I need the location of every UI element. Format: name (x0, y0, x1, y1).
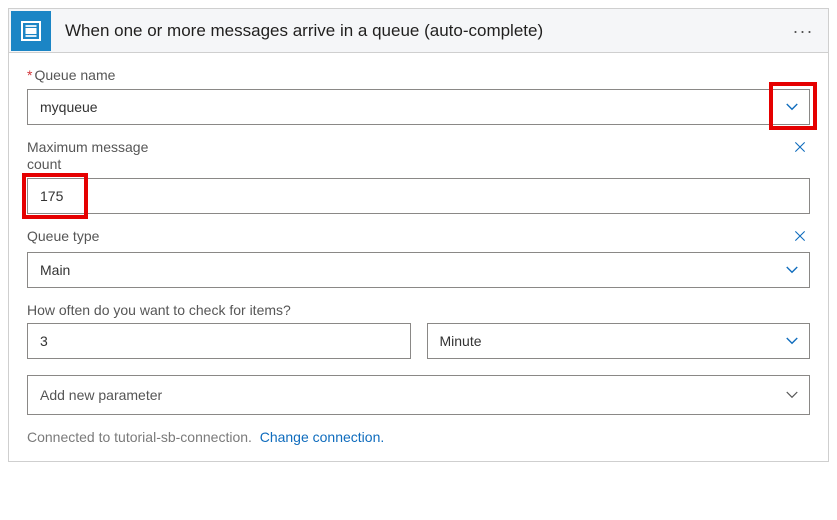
remove-queue-type-button[interactable] (790, 228, 810, 248)
queue-name-value: myqueue (40, 99, 98, 115)
add-new-parameter-select[interactable]: Add new parameter (27, 375, 810, 415)
max-msg-count-input-wrap (27, 178, 810, 214)
connected-to-text: Connected to tutorial-sb-connection. (27, 429, 252, 445)
chevron-down-icon (783, 98, 801, 116)
remove-max-msg-count-button[interactable] (790, 139, 810, 159)
add-new-parameter-placeholder: Add new parameter (40, 387, 162, 403)
field-queue-name: *Queue name myqueue (27, 67, 810, 125)
service-bus-icon (11, 11, 51, 51)
chevron-down-icon (783, 332, 801, 350)
card-body: *Queue name myqueue Maximum message coun… (9, 53, 828, 461)
queue-name-select[interactable]: myqueue (27, 89, 810, 125)
how-often-label: How often do you want to check for items… (27, 302, 291, 320)
field-how-often: How often do you want to check for items… (27, 302, 810, 360)
queue-name-label: *Queue name (27, 67, 115, 85)
field-queue-type: Queue type Main (27, 228, 810, 288)
highlight-queue-chevron (769, 82, 817, 130)
card-title: When one or more messages arrive in a qu… (51, 21, 788, 41)
card-header: When one or more messages arrive in a qu… (9, 9, 828, 53)
interval-unit-value: Minute (440, 333, 482, 349)
interval-input-wrap (27, 323, 411, 359)
interval-unit-select[interactable]: Minute (427, 323, 811, 359)
change-connection-link[interactable]: Change connection. (260, 429, 385, 445)
card-menu-button[interactable]: ··· (788, 27, 818, 35)
max-msg-count-label: Maximum message count (27, 139, 167, 174)
chevron-down-icon (783, 386, 801, 404)
max-msg-count-input[interactable] (40, 188, 797, 204)
trigger-card: When one or more messages arrive in a qu… (8, 8, 829, 462)
queue-type-label: Queue type (27, 228, 99, 246)
queue-type-value: Main (40, 262, 70, 278)
chevron-down-icon (783, 261, 801, 279)
connection-footer: Connected to tutorial-sb-connection. Cha… (27, 429, 810, 445)
field-max-msg-count: Maximum message count (27, 139, 810, 214)
queue-type-select[interactable]: Main (27, 252, 810, 288)
interval-input[interactable] (40, 333, 398, 349)
